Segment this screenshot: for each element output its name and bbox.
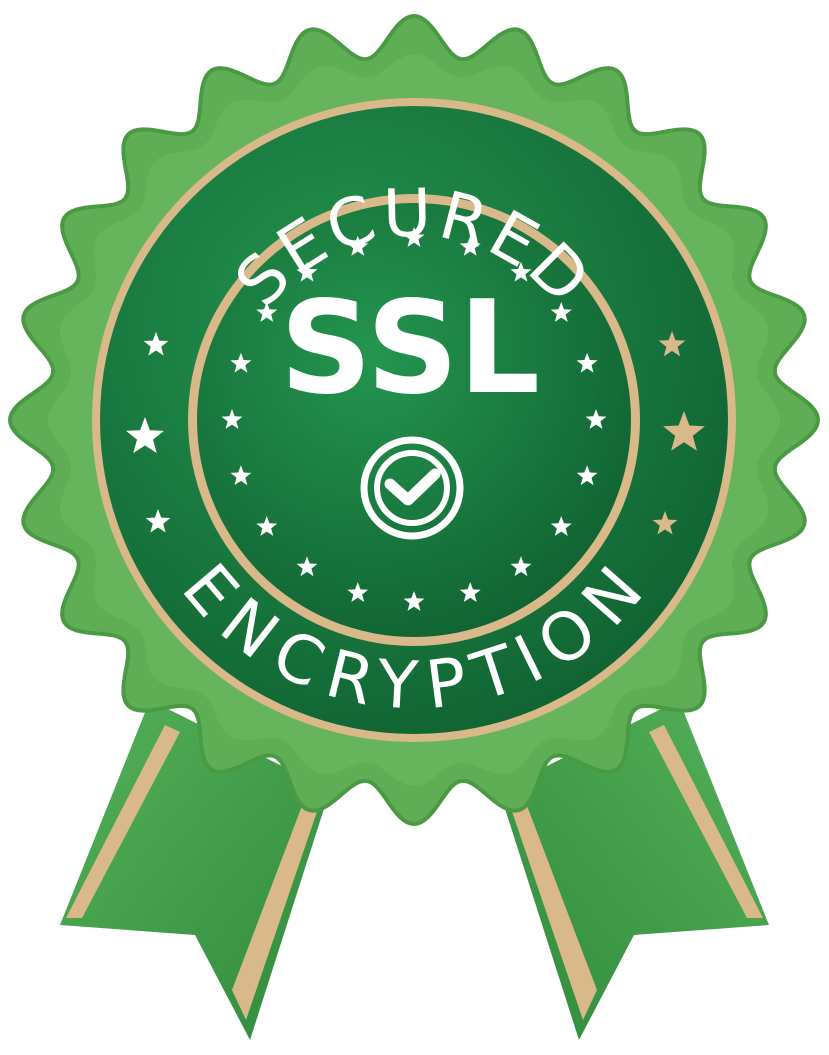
- ssl-badge: SECURED ENCRYPTION SSL: [0, 0, 829, 1055]
- badge-artwork: SECURED ENCRYPTION SSL: [7, 13, 821, 1040]
- ssl-text: SSL: [280, 274, 540, 423]
